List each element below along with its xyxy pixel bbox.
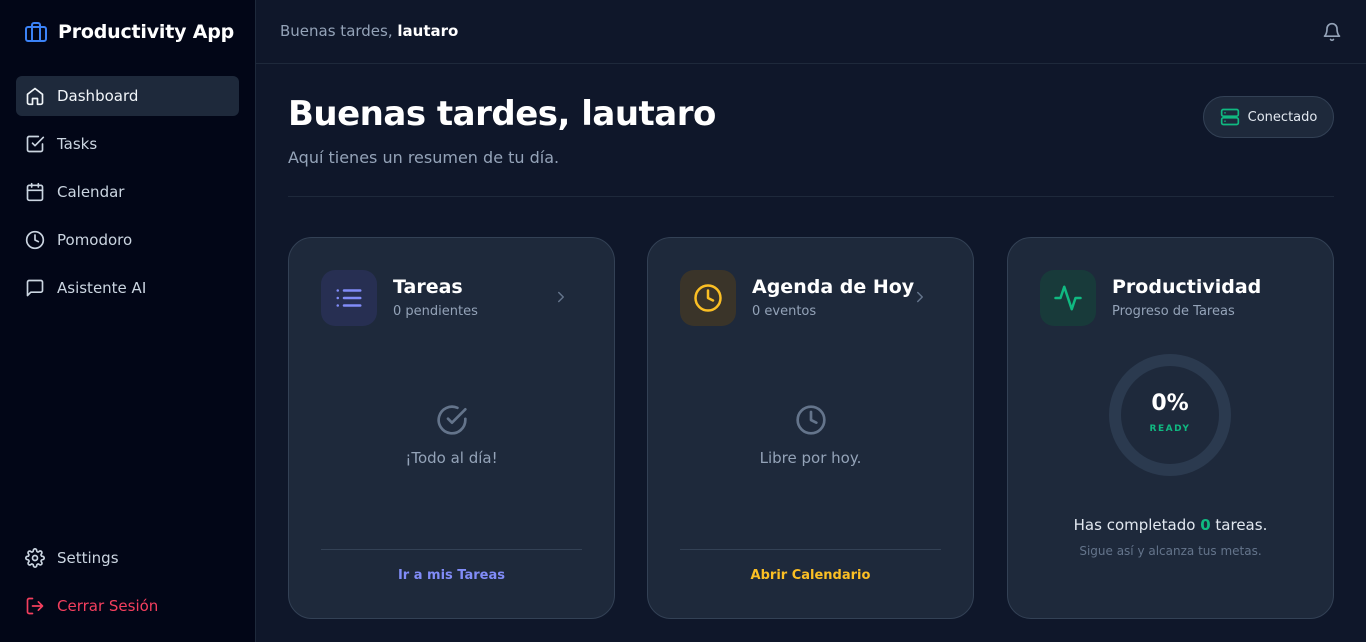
sidebar-item-label: Dashboard — [57, 87, 139, 105]
status-text: Conectado — [1247, 109, 1318, 125]
card-subtitle: Progreso de Tareas — [1112, 304, 1235, 319]
card-title: Agenda de Hoy — [752, 276, 915, 298]
open-calendar-link[interactable]: Abrir Calendario — [648, 568, 973, 583]
server-icon — [1220, 108, 1239, 126]
go-to-tasks-link[interactable]: Ir a mis Tareas — [289, 568, 614, 583]
calendar-icon — [26, 182, 44, 202]
completed-count: 0 — [1200, 516, 1211, 534]
briefcase-icon — [25, 22, 47, 42]
progress-ring: 0% READY — [1107, 352, 1233, 478]
logout-icon — [26, 597, 44, 615]
card-title: Productividad — [1112, 276, 1262, 298]
card-divider — [680, 549, 941, 550]
page-title: Buenas tardes, lautaro — [288, 94, 716, 134]
chevron-right-icon[interactable] — [552, 288, 570, 306]
sidebar-item-pomodoro[interactable]: Pomodoro — [16, 220, 239, 260]
topbar-greeting: Buenas tardes, lautaro — [280, 22, 458, 40]
chevron-right-icon[interactable] — [911, 288, 929, 306]
summary-suffix: tareas. — [1215, 516, 1268, 534]
user-name: lautaro — [397, 22, 459, 40]
connection-status-badge[interactable]: Conectado — [1203, 96, 1334, 138]
sidebar-item-calendar[interactable]: Calendar — [16, 172, 239, 212]
clock-icon — [796, 405, 826, 435]
sidebar: Productivity App Dashboard Tasks Calenda… — [0, 0, 256, 642]
sidebar-item-label: Tasks — [57, 135, 98, 153]
tasks-card-icon — [321, 270, 377, 326]
check-circle-icon — [437, 405, 467, 435]
sidebar-item-label: Asistente AI — [57, 279, 147, 297]
brand[interactable]: Productivity App — [24, 18, 234, 46]
list-icon — [336, 289, 362, 307]
sidebar-item-label: Settings — [57, 549, 119, 567]
empty-state-text: Libre por hoy. — [759, 449, 862, 467]
app-title: Productivity App — [58, 21, 235, 43]
logout-button[interactable]: Cerrar Sesión — [16, 586, 239, 626]
card-divider — [321, 549, 582, 550]
header-divider — [288, 196, 1334, 197]
progress-value: 0% — [1151, 391, 1189, 416]
card-title: Tareas — [393, 276, 463, 298]
sidebar-item-tasks[interactable]: Tasks — [16, 124, 239, 164]
main-nav: Dashboard Tasks Calendar Pomodoro Asiste… — [16, 76, 239, 316]
clock-icon — [694, 284, 722, 312]
gear-icon — [25, 548, 45, 568]
chat-icon — [26, 279, 44, 297]
card-subtitle: 0 pendientes — [393, 304, 478, 319]
sidebar-item-label: Cerrar Sesión — [57, 597, 159, 615]
card-subtitle: 0 eventos — [752, 304, 817, 319]
motivation-text: Sigue así y alcanza tus metas. — [1079, 544, 1262, 558]
activity-icon — [1054, 285, 1082, 311]
sidebar-bottom: Settings Cerrar Sesión — [16, 538, 239, 634]
sidebar-item-assistant[interactable]: Asistente AI — [16, 268, 239, 308]
productivity-card-icon — [1040, 270, 1096, 326]
checkbox-icon — [26, 135, 45, 153]
bell-icon[interactable] — [1322, 22, 1342, 42]
page-subtitle: Aquí tienes un resumen de tu día. — [288, 148, 560, 167]
tasks-card[interactable]: Tareas 0 pendientes ¡Todo al día! Ir a m… — [288, 237, 615, 619]
sidebar-item-label: Calendar — [57, 183, 125, 201]
sidebar-item-dashboard[interactable]: Dashboard — [16, 76, 239, 116]
agenda-card[interactable]: Agenda de Hoy 0 eventos Libre por hoy. A… — [647, 237, 974, 619]
sidebar-item-label: Pomodoro — [57, 231, 133, 249]
summary-prefix: Has completado — [1073, 516, 1196, 534]
sidebar-item-settings[interactable]: Settings — [16, 538, 239, 578]
completed-summary: Has completado 0 tareas. — [1008, 516, 1333, 534]
productivity-card: Productividad Progreso de Tareas 0% READ… — [1007, 237, 1334, 619]
empty-state-text: ¡Todo al día! — [405, 449, 498, 467]
greeting-prefix: Buenas tardes, — [280, 22, 393, 40]
home-icon — [26, 87, 44, 106]
topbar: Buenas tardes, lautaro — [256, 0, 1366, 64]
main-content: Buenas tardes, lautaro Aquí tienes un re… — [256, 64, 1366, 642]
progress-label: READY — [1149, 424, 1191, 434]
clock-icon — [25, 230, 45, 250]
agenda-card-icon — [680, 270, 736, 326]
